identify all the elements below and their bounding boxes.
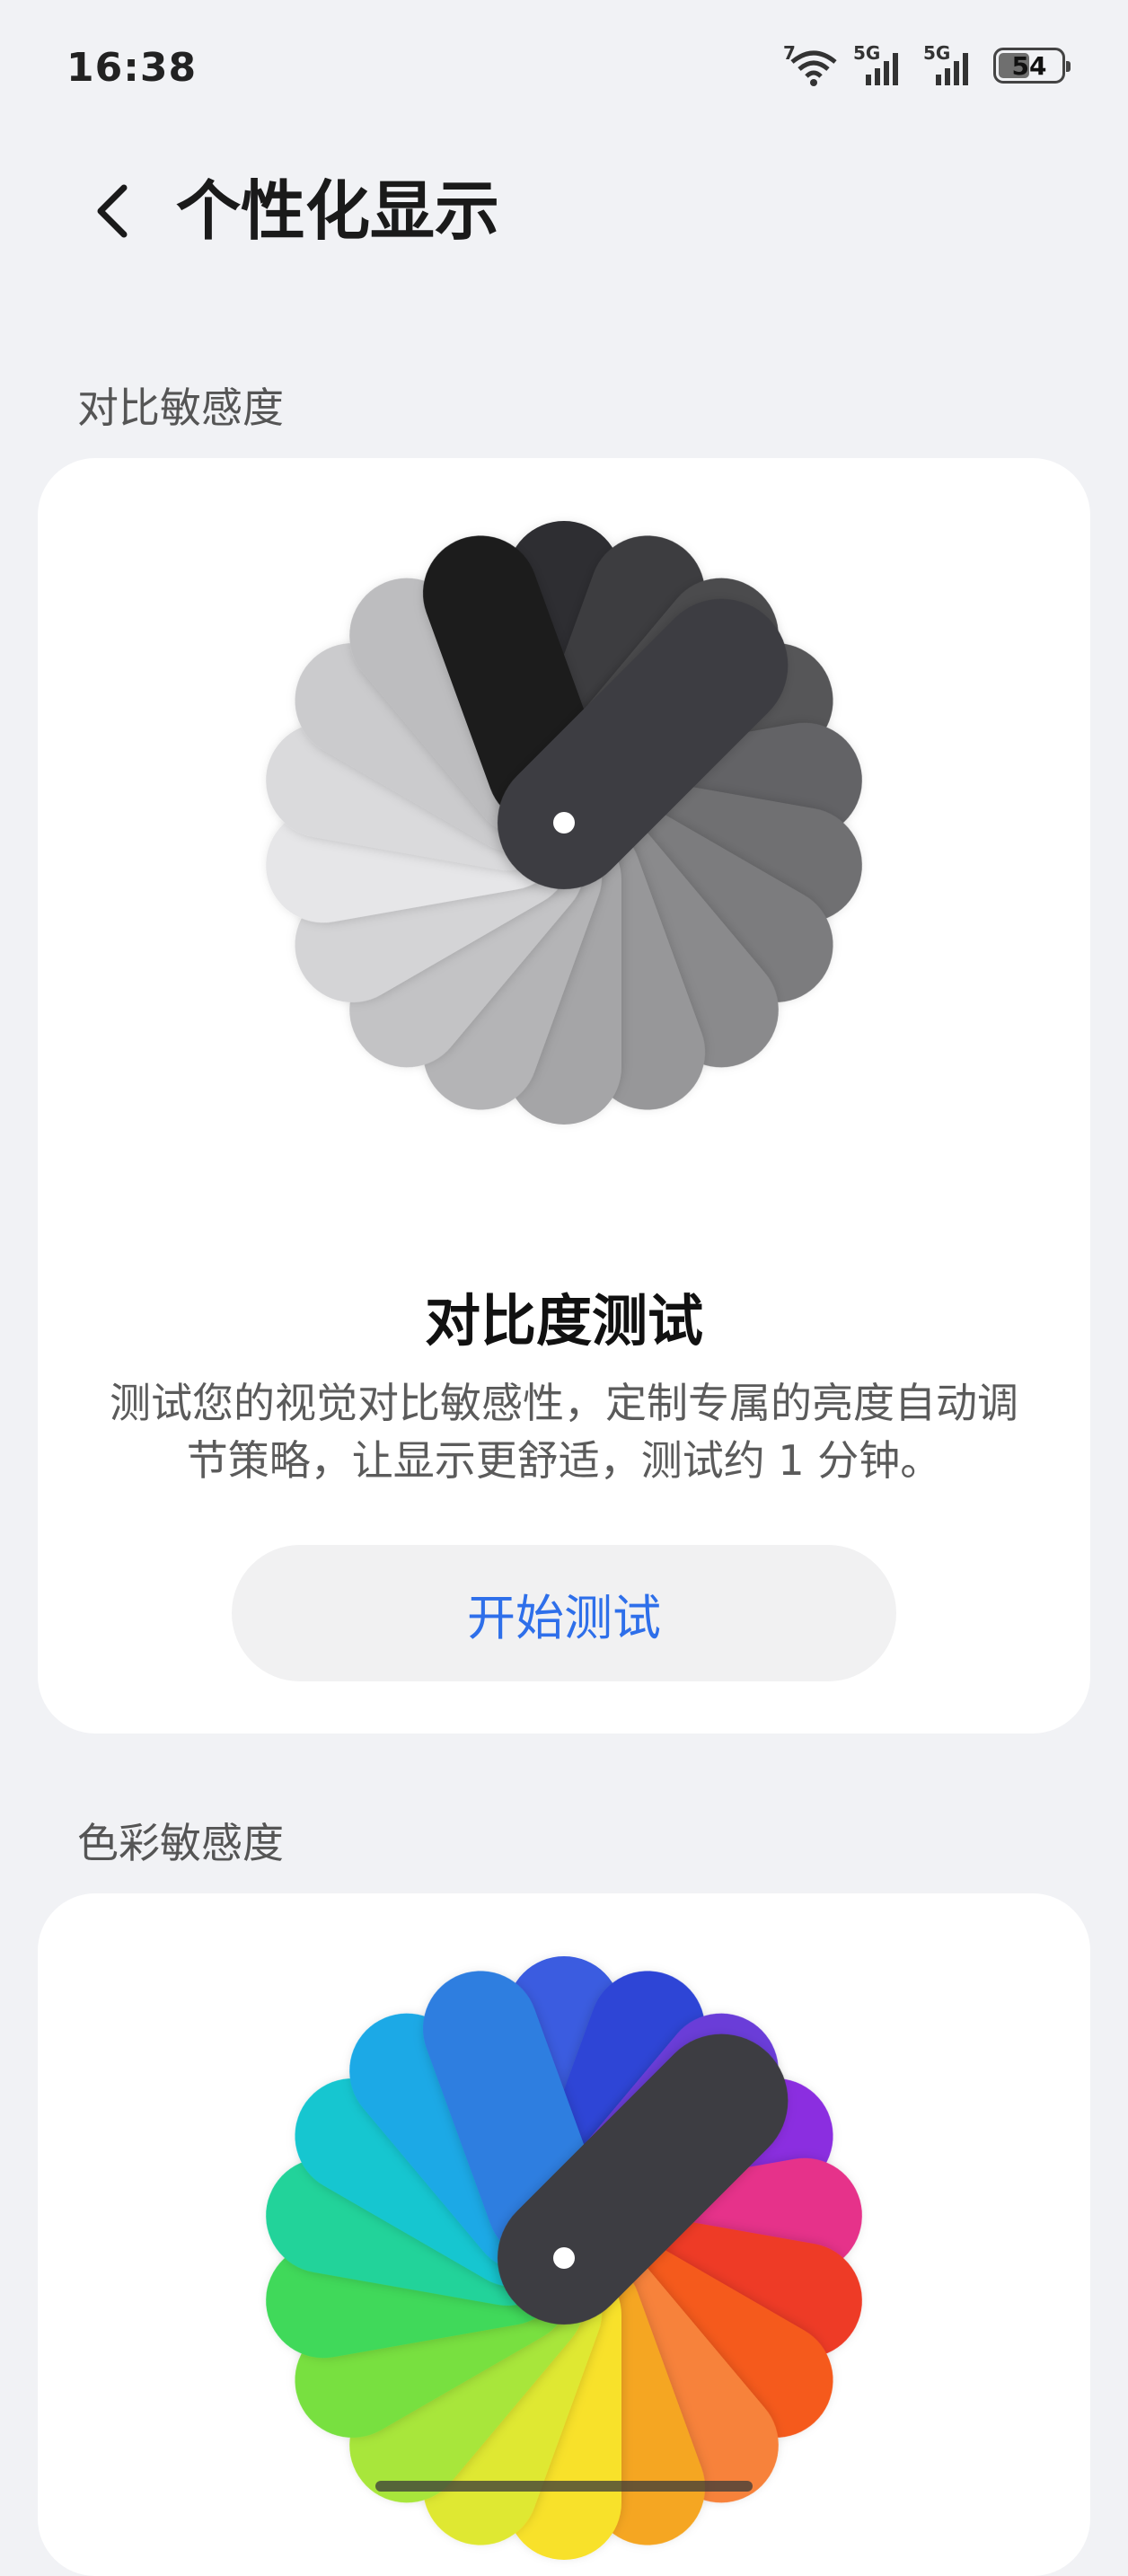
battery-percent: 54 <box>1011 50 1047 81</box>
back-button[interactable] <box>79 177 147 245</box>
signal-icon-sim2: 5G <box>923 42 977 87</box>
status-bar: 16:38 7 5G 5G 54 <box>0 0 1128 135</box>
wifi-icon: 7 <box>783 42 837 87</box>
color-pivot-dot <box>553 2247 575 2269</box>
signal-icon-sim1: 5G <box>853 42 907 87</box>
contrast-section-label: 对比敏感度 <box>77 384 284 432</box>
signal-1-label: 5G <box>853 42 881 64</box>
contrast-pivot-dot <box>553 812 575 834</box>
contrast-test-title: 对比度测试 <box>424 1288 703 1354</box>
color-card <box>38 1893 1090 2576</box>
color-section-label: 色彩敏感度 <box>77 1819 284 1867</box>
start-test-button[interactable]: 开始测试 <box>232 1545 896 1681</box>
status-time: 16:38 <box>66 45 198 91</box>
status-icons: 7 5G 5G 54 <box>783 42 1071 88</box>
home-indicator[interactable] <box>375 2481 753 2492</box>
contrast-card: 对比度测试 测试您的视觉对比敏感性，定制专属的亮度自动调节策略，让显示更舒适，测… <box>38 458 1090 1734</box>
contrast-test-description: 测试您的视觉对比敏感性，定制专属的亮度自动调节策略，让显示更舒适，测试约 1 分… <box>110 1379 1018 1485</box>
page-title: 个性化显示 <box>176 173 500 249</box>
color-swatch-fan-illustration <box>266 1956 862 2560</box>
wifi-badge: 7 <box>783 42 796 64</box>
contrast-swatch-fan-illustration <box>266 521 862 1125</box>
page-header: 个性化显示 <box>0 157 1128 265</box>
signal-2-label: 5G <box>923 42 951 64</box>
battery-icon: 54 <box>993 48 1071 84</box>
chevron-left-icon <box>97 184 128 238</box>
